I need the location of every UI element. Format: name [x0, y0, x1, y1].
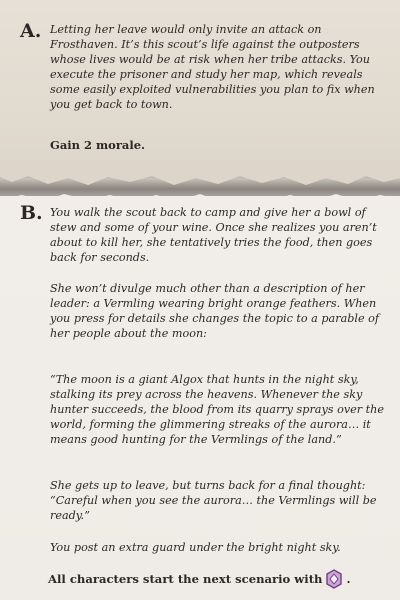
section-b-paragraph-3: “The moon is a giant Algox that hunts in…	[50, 373, 384, 446]
section-b-paragraph-4: She gets up to leave, but turns back for…	[50, 479, 377, 522]
section-b-reward-text: All characters start the next scenario w…	[48, 572, 323, 586]
section-b-paragraph-5: You post an extra guard under the bright…	[50, 541, 341, 554]
section-a-text: Letting her leave would only invite an a…	[50, 23, 375, 111]
section-b-letter: B.	[20, 202, 43, 224]
section-a-letter: A.	[20, 20, 42, 42]
section-b-reward: All characters start the next scenario w…	[48, 569, 351, 589]
section-b-paragraph-2: She won’t divulge much other than a desc…	[50, 282, 380, 340]
section-a-reward: Gain 2 morale.	[50, 138, 146, 152]
bless-icon	[325, 569, 343, 589]
section-b-reward-end: .	[346, 572, 351, 586]
section-b-paragraph-1: You walk the scout back to camp and give…	[50, 206, 377, 264]
